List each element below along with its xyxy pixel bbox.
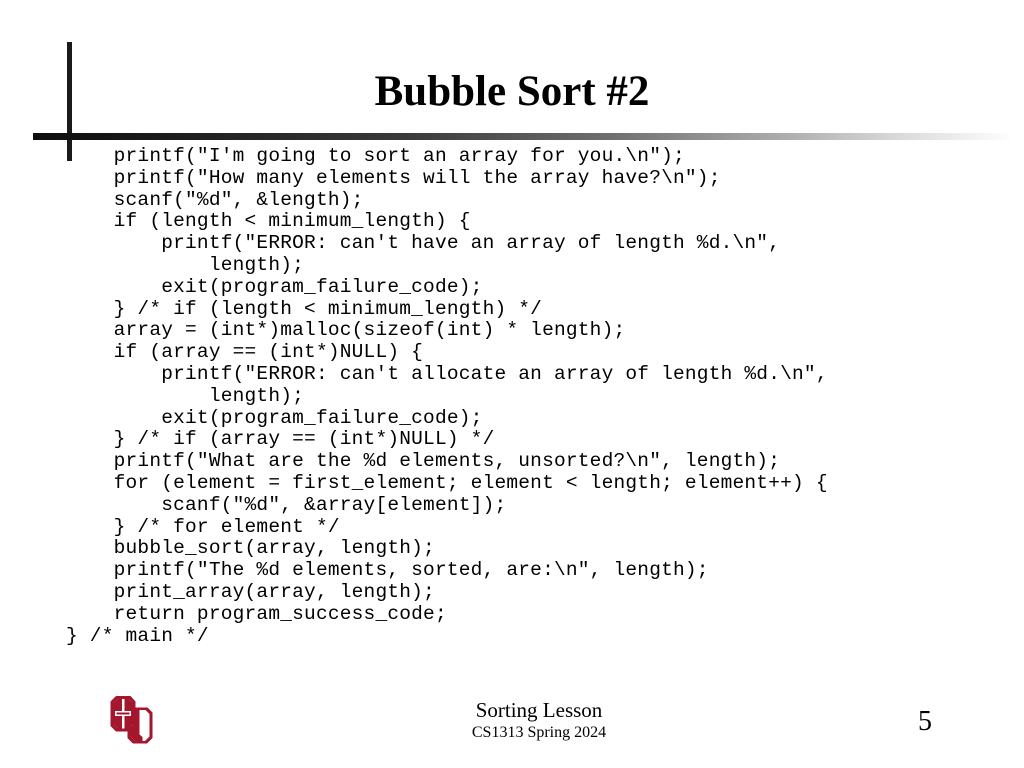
code-line: scanf("%d", &array[element]); — [66, 493, 507, 516]
code-line: length); — [66, 253, 305, 276]
footer-course-label: CS1313 Spring 2024 — [471, 724, 607, 741]
title-horizontal-rule — [33, 133, 1024, 140]
page-number: 5 — [918, 706, 932, 737]
code-line: } /* if (length < minimum_length) */ — [66, 297, 543, 320]
code-line: return program_success_code; — [66, 602, 447, 625]
code-line: printf("I'm going to sort an array for y… — [66, 145, 685, 167]
code-line: print_array(array, length); — [66, 580, 435, 603]
code-line: scanf("%d", &length); — [66, 188, 364, 211]
code-line: array = (int*)malloc(sizeof(int) * lengt… — [66, 319, 626, 342]
code-line: } /* if (array == (int*)NULL) */ — [66, 428, 495, 451]
page-title: Bubble Sort #2 — [374, 68, 650, 115]
code-line: } /* for element */ — [66, 515, 340, 538]
code-line: exit(program_failure_code); — [66, 406, 483, 429]
code-block: printf("I'm going to sort an array for y… — [66, 145, 1006, 647]
code-line: printf("What are the %d elements, unsort… — [66, 450, 781, 473]
code-line: bubble_sort(array, length); — [66, 537, 435, 560]
code-line: printf("How many elements will the array… — [66, 166, 721, 189]
code-line: } /* main */ — [66, 624, 209, 647]
ou-logo-icon — [108, 693, 156, 755]
code-line: printf("The %d elements, sorted, are:\n"… — [66, 559, 709, 582]
code-line: printf("ERROR: can't allocate an array o… — [66, 362, 828, 385]
code-line: if (length < minimum_length) { — [66, 210, 471, 233]
code-line: length); — [66, 384, 305, 407]
code-line: printf("ERROR: can't have an array of le… — [66, 232, 781, 255]
code-line: if (array == (int*)NULL) { — [66, 341, 424, 364]
footer-lesson-title: Sorting Lesson — [475, 698, 603, 722]
slide-canvas: Bubble Sort #2 printf("I'm going to sort… — [0, 0, 1024, 768]
footer-center: Sorting Lesson CS1313 Spring 2024 — [362, 698, 716, 742]
code-line: exit(program_failure_code); — [66, 275, 483, 298]
code-line: for (element = first_element; element < … — [66, 471, 828, 494]
